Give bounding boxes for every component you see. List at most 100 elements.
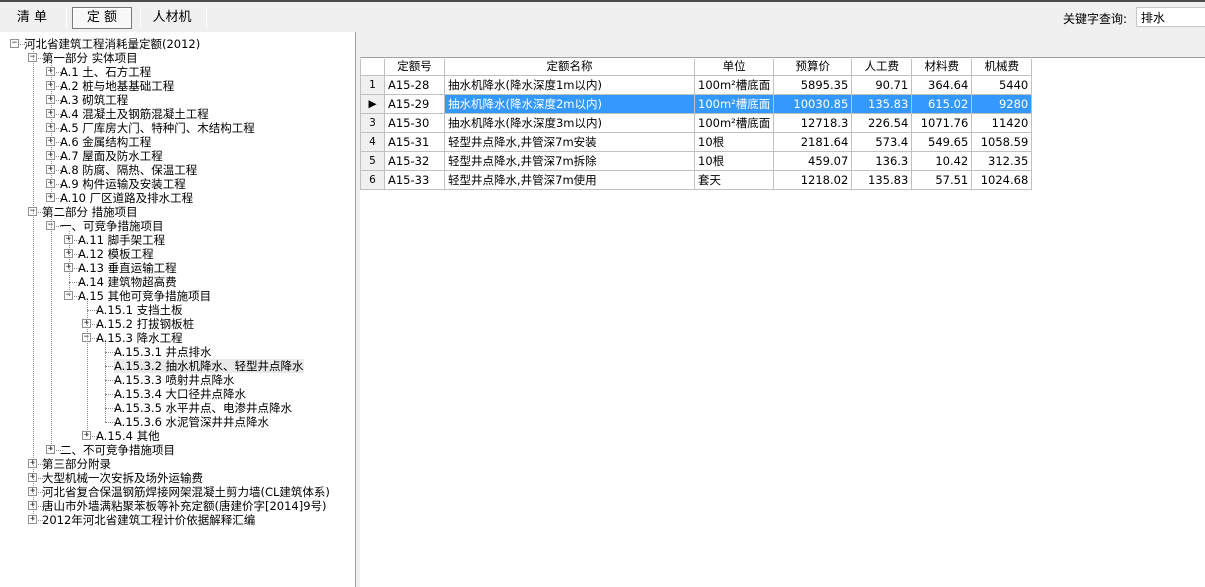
tree-item-label[interactable]: A.15.2 打拔钢板桩 — [96, 317, 194, 331]
tab-bill[interactable]: 清 单 — [6, 7, 58, 29]
tree-item-label[interactable]: A.14 建筑物超高费 — [78, 275, 177, 289]
cell-unit[interactable]: 套天 — [693, 169, 775, 190]
row-number[interactable]: 1 — [360, 74, 385, 95]
cell-price[interactable]: 1218.02 — [773, 169, 853, 190]
cell-code[interactable]: A15-33 — [384, 169, 445, 190]
cell-name[interactable]: 抽水机降水(降水深度1m以内) — [444, 74, 695, 95]
column-header-material[interactable]: 材料费 — [911, 59, 973, 76]
tree-item-label[interactable]: A.15 其他可竞争措施项目 — [78, 289, 211, 303]
cell-price[interactable]: 10030.85 — [773, 93, 853, 114]
tree-item[interactable]: − A.15 其他可竞争措施项目 — [0, 289, 355, 303]
cell-code[interactable]: A15-28 — [384, 74, 445, 95]
tree-item-label[interactable]: A.5 厂库房大门、特种门、木结构工程 — [60, 121, 255, 135]
cell-machine[interactable]: 312.35 — [971, 150, 1033, 171]
tree-item[interactable]: − 一、可竞争措施项目 — [0, 219, 355, 233]
tree-item-label[interactable]: A.15.3.5 水平井点、电渗井点降水 — [114, 401, 292, 415]
tree-item-label[interactable]: A.13 垂直运输工程 — [78, 261, 177, 275]
tree-item[interactable]: + A.9 构件运输及安装工程 — [0, 177, 355, 191]
column-header-name[interactable]: 定额名称 — [444, 59, 695, 76]
tree-item[interactable]: + A.7 屋面及防水工程 — [0, 149, 355, 163]
tree-item[interactable]: A.14 建筑物超高费 — [0, 275, 355, 289]
cell-labor[interactable]: 135.83 — [851, 169, 913, 190]
tree-item[interactable]: + A.12 模板工程 — [0, 247, 355, 261]
tree-item[interactable]: + A.15.2 打拔钢板桩 — [0, 317, 355, 331]
tree-item-label[interactable]: A.1 土、石方工程 — [60, 65, 151, 79]
tree-item[interactable]: − 第二部分 措施项目 — [0, 205, 355, 219]
cell-price[interactable]: 2181.64 — [773, 131, 853, 152]
tree-item-label[interactable]: 河北省建筑工程消耗量定额(2012) — [24, 37, 200, 51]
tree-item[interactable]: + 唐山市外墙满粘聚苯板等补充定额(唐建价字[2014]9号) — [0, 499, 355, 513]
tree-item[interactable]: + 河北省复合保温钢筋焊接网架混凝土剪力墙(CL建筑体系) — [0, 485, 355, 499]
table-row[interactable]: 6 A15-33 轻型井点降水,井管深7m使用 套天 1218.02 135.83 57.5… — [360, 169, 1033, 190]
row-number[interactable]: 5 — [360, 150, 385, 171]
tree-item-label[interactable]: 大型机械一次安拆及场外运输费 — [42, 471, 203, 485]
cell-material[interactable]: 10.42 — [911, 150, 973, 171]
tree-item-label[interactable]: 二、不可竞争措施项目 — [60, 443, 175, 457]
tree-item[interactable]: + A.2 桩与地基基础工程 — [0, 79, 355, 93]
tree-item-label[interactable]: A.9 构件运输及安装工程 — [60, 177, 186, 191]
tree-item-label[interactable]: A.15.4 其他 — [96, 429, 160, 443]
tree-item[interactable]: + A.15.4 其他 — [0, 429, 355, 443]
tree-item-label[interactable]: A.11 脚手架工程 — [78, 233, 165, 247]
cell-machine[interactable]: 5440 — [971, 74, 1033, 95]
tree-item-label[interactable]: A.15.3.2 抽水机降水、轻型井点降水 — [114, 359, 304, 373]
tree-item[interactable]: A.15.3.4 大口径井点降水 — [0, 387, 355, 401]
cell-name[interactable]: 轻型井点降水,井管深7m使用 — [444, 169, 695, 190]
tree-item-label[interactable]: 第二部分 措施项目 — [42, 205, 138, 219]
tree-item-label[interactable]: A.15.3.4 大口径井点降水 — [114, 387, 246, 401]
cell-labor[interactable]: 135.83 — [851, 93, 913, 114]
tree-item[interactable]: + A.3 砌筑工程 — [0, 93, 355, 107]
cell-price[interactable]: 5895.35 — [773, 74, 853, 95]
tree-item[interactable]: + A.6 金属结构工程 — [0, 135, 355, 149]
tree-item[interactable]: + 大型机械一次安拆及场外运输费 — [0, 471, 355, 485]
tree-item-label[interactable]: 2012年河北省建筑工程计价依据解释汇编 — [42, 513, 255, 527]
cell-machine[interactable]: 1024.68 — [971, 169, 1033, 190]
tree-item[interactable]: A.15.3.1 井点排水 — [0, 345, 355, 359]
tree-item[interactable]: + A.10 厂区道路及排水工程 — [0, 191, 355, 205]
tree-item-label[interactable]: 一、可竞争措施项目 — [60, 219, 164, 233]
tree-item[interactable]: + A.11 脚手架工程 — [0, 233, 355, 247]
tree-item[interactable]: A.15.3.3 喷射井点降水 — [0, 373, 355, 387]
tree-item-label[interactable]: A.15.3.1 井点排水 — [114, 345, 212, 359]
cell-labor[interactable]: 136.3 — [851, 150, 913, 171]
cell-machine[interactable]: 11420 — [971, 112, 1033, 133]
tree-item-label[interactable]: A.12 模板工程 — [78, 247, 154, 261]
cell-code[interactable]: A15-31 — [384, 131, 445, 152]
tree-item-label[interactable]: A.4 混凝土及钢筋混凝土工程 — [60, 107, 209, 121]
cell-unit[interactable]: 100m²槽底面 — [693, 93, 775, 114]
tree-item-label[interactable]: A.10 厂区道路及排水工程 — [60, 191, 193, 205]
cell-code[interactable]: A15-32 — [384, 150, 445, 171]
tree-item-label[interactable]: A.3 砌筑工程 — [60, 93, 128, 107]
table-row[interactable]: 3 A15-30 抽水机降水(降水深度3m以内) 100m²槽底面 12718.3 226… — [360, 112, 1033, 133]
tab-labor-material-machine[interactable]: 人材机 — [146, 7, 198, 29]
cell-material[interactable]: 549.65 — [911, 131, 973, 152]
cell-labor[interactable]: 90.71 — [851, 74, 913, 95]
tree-item[interactable]: A.15.3.5 水平井点、电渗井点降水 — [0, 401, 355, 415]
tree-item-label[interactable]: A.15.3 降水工程 — [96, 331, 183, 345]
cell-material[interactable]: 615.02 — [911, 93, 973, 114]
row-number[interactable]: 3 — [360, 112, 385, 133]
table-row[interactable]: ▶ A15-29 抽水机降水(降水深度2m以内) 100m²槽底面 10030.85 13… — [360, 93, 1033, 114]
tree-item-label[interactable]: A.2 桩与地基基础工程 — [60, 79, 174, 93]
cell-machine[interactable]: 1058.59 — [971, 131, 1033, 152]
tree-item[interactable]: + A.5 厂库房大门、特种门、木结构工程 — [0, 121, 355, 135]
cell-material[interactable]: 1071.76 — [911, 112, 973, 133]
tree-item[interactable]: − 第一部分 实体项目 — [0, 51, 355, 65]
tree-item[interactable]: + A.4 混凝土及钢筋混凝土工程 — [0, 107, 355, 121]
cell-name[interactable]: 轻型井点降水,井管深7m安装 — [444, 131, 695, 152]
tree-item[interactable]: + 第三部分附录 — [0, 457, 355, 471]
tree-item[interactable]: + A.1 土、石方工程 — [0, 65, 355, 79]
cell-material[interactable]: 364.64 — [911, 74, 973, 95]
collapse-icon[interactable]: − — [10, 39, 19, 48]
tree-item[interactable]: − 河北省建筑工程消耗量定额(2012) — [0, 37, 355, 51]
cell-name[interactable]: 抽水机降水(降水深度2m以内) — [444, 93, 695, 114]
cell-unit[interactable]: 100m²槽底面 — [693, 74, 775, 95]
tab-quota[interactable]: 定 额 — [72, 7, 132, 29]
keyword-search-input[interactable] — [1136, 7, 1205, 27]
cell-machine[interactable]: 9280 — [971, 93, 1033, 114]
tree-item[interactable]: A.15.1 支挡土板 — [0, 303, 355, 317]
quota-tree[interactable]: − 河北省建筑工程消耗量定额(2012) − 第一部分 实体项目 + A.1 土、石方工程… — [0, 32, 356, 587]
tree-item[interactable]: +2012年河北省建筑工程计价依据解释汇编 — [0, 513, 355, 527]
tree-item-label[interactable]: 河北省复合保温钢筋焊接网架混凝土剪力墙(CL建筑体系) — [42, 485, 330, 499]
tree-item-label[interactable]: 第三部分附录 — [42, 457, 111, 471]
